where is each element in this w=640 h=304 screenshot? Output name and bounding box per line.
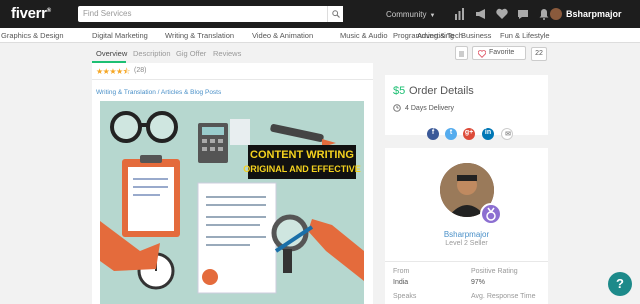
menu-button[interactable] <box>455 46 468 60</box>
twitter-icon[interactable]: t <box>445 128 457 140</box>
category-digital-marketing[interactable]: Digital Marketing <box>92 31 148 40</box>
megaphone-icon[interactable] <box>475 8 487 20</box>
order-details-card: $5 Order Details 4 Days Delivery <box>385 63 548 135</box>
help-icon: ? <box>616 276 624 291</box>
google-plus-icon[interactable]: g+ <box>463 128 475 140</box>
favorite-button[interactable]: Favorite <box>472 46 526 60</box>
speaks-label: Speaks <box>393 293 417 300</box>
seller-card: Bsharpmajor Level 2 Seller From Positive… <box>385 148 548 304</box>
category-video-animation[interactable]: Video & Animation <box>252 31 313 40</box>
search-input[interactable]: Find Services <box>83 9 131 18</box>
from-value: India <box>393 279 409 286</box>
category-music-audio[interactable]: Music & Audio <box>340 31 388 40</box>
facebook-icon[interactable]: f <box>427 128 439 140</box>
favorite-label: Favorite <box>489 49 515 56</box>
positive-rating-value: 97% <box>471 279 486 286</box>
divider <box>385 261 548 262</box>
from-label: From <box>393 268 410 275</box>
seller-level: Level 2 Seller <box>445 240 488 247</box>
tab-description[interactable]: Description <box>133 49 171 58</box>
gig-illustration: CONTENT WRITING ORIGINAL AND EFFECTIVE <box>100 111 364 294</box>
rating-count[interactable]: (28) <box>134 67 146 74</box>
category-business[interactable]: Business <box>461 31 491 40</box>
rating-stars: ★★★★⯪ <box>96 67 130 76</box>
linkedin-icon[interactable]: in <box>482 128 494 140</box>
tab-overview[interactable]: Overview <box>96 49 127 58</box>
chat-icon[interactable] <box>517 8 529 20</box>
card-spacer <box>385 63 548 75</box>
bell-icon[interactable] <box>538 8 550 20</box>
category-advertising[interactable]: Advertising <box>417 31 454 40</box>
gig-main-card: ★★★★⯪ (28) Writing & Translation / Artic… <box>92 63 373 304</box>
stats-icon[interactable] <box>454 8 466 20</box>
tab-gig-offer[interactable]: Gig Offer <box>176 49 206 58</box>
gig-price: $5 <box>393 85 406 97</box>
help-button[interactable]: ? <box>608 272 632 296</box>
response-time-label: Avg. Response Time <box>471 293 536 300</box>
list-icon <box>459 51 464 57</box>
search-button[interactable] <box>327 6 343 22</box>
category-writing-translation[interactable]: Writing & Translation <box>165 31 234 40</box>
tab-reviews[interactable]: Reviews <box>213 49 241 58</box>
seller-level-badge <box>480 203 502 225</box>
delivery-time: 4 Days Delivery <box>405 105 455 112</box>
gig-tabs: Overview Description Gig Offer Reviews F… <box>92 45 548 63</box>
category-nav: Graphics & Design Digital Marketing Writ… <box>0 28 640 43</box>
gig-image-title-line1: CONTENT WRITING <box>250 149 354 161</box>
username-label[interactable]: Bsharpmajor <box>566 9 622 19</box>
divider <box>92 79 373 80</box>
breadcrumb[interactable]: Writing & Translation / Articles & Blog … <box>96 89 221 96</box>
user-avatar[interactable] <box>550 8 562 20</box>
seller-name[interactable]: Bsharpmajor <box>385 230 548 239</box>
email-icon[interactable]: ✉ <box>501 128 513 140</box>
community-menu[interactable]: Community ▼ <box>386 10 435 19</box>
category-fun-lifestyle[interactable]: Fun & Lifestyle <box>500 31 550 40</box>
search-icon <box>332 10 340 18</box>
clock-icon <box>393 104 401 112</box>
medal-icon <box>486 207 496 221</box>
heart-icon[interactable] <box>496 8 508 20</box>
category-graphics-design[interactable]: Graphics & Design <box>1 31 64 40</box>
gig-image[interactable]: CONTENT WRITING ORIGINAL AND EFFECTIVE <box>100 101 364 304</box>
positive-rating-label: Positive Rating <box>471 268 518 275</box>
search-box[interactable]: Find Services <box>78 6 343 22</box>
favorite-count: 22 <box>531 47 547 61</box>
gig-image-title-line2: ORIGINAL AND EFFECTIVE <box>243 164 361 174</box>
top-navbar: fiverr® Find Services Community ▼ Bsharpm… <box>0 0 640 28</box>
heart-icon <box>478 50 486 58</box>
order-details-title: Order Details <box>409 85 474 97</box>
fiverr-logo[interactable]: fiverr® <box>11 5 51 22</box>
